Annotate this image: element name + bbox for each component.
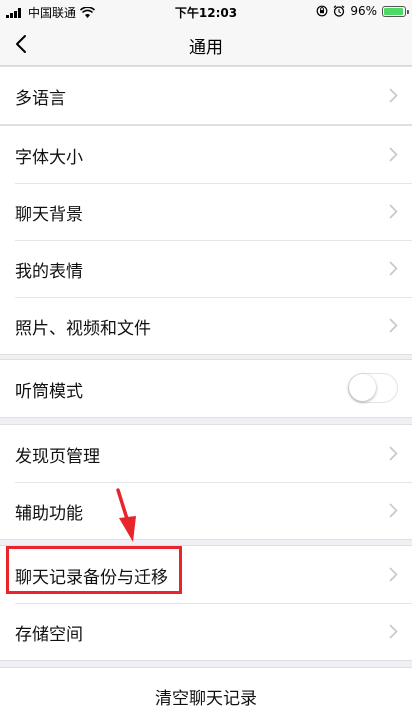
settings-row-chat-background[interactable]: 聊天背景 [0, 183, 412, 240]
settings-row-discover-management[interactable]: 发现页管理 [0, 425, 412, 482]
chevron-right-icon [389, 624, 398, 639]
settings-group-storage: 聊天记录备份与迁移 存储空间 [0, 545, 412, 661]
battery-percent: 96% [350, 4, 377, 18]
settings-row-storage-space[interactable]: 存储空间 [0, 603, 412, 660]
settings-row-language[interactable]: 多语言 [0, 67, 412, 124]
chevron-right-icon [389, 88, 398, 103]
lock-rotation-icon [316, 5, 328, 17]
settings-row-accessibility[interactable]: 辅助功能 [0, 482, 412, 539]
page-title: 通用 [189, 38, 223, 58]
chevron-right-icon [389, 204, 398, 219]
battery-cap [407, 9, 409, 14]
toggle-knob [349, 374, 376, 401]
chevron-right-icon [389, 318, 398, 333]
settings-row-photos-videos-files[interactable]: 照片、视频和文件 [0, 297, 412, 354]
alarm-icon [333, 5, 345, 17]
settings-row-label: 聊天背景 [15, 205, 83, 225]
settings-row-label: 照片、视频和文件 [15, 319, 151, 339]
clear-chat-button[interactable]: 清空聊天记录 [0, 684, 412, 709]
earpiece-mode-toggle[interactable] [348, 373, 398, 403]
settings-row-my-stickers[interactable]: 我的表情 [0, 240, 412, 297]
battery-icon [382, 5, 409, 17]
settings-row-earpiece-mode: 听筒模式 [0, 360, 412, 417]
settings-row-label: 辅助功能 [15, 504, 83, 524]
settings-row-label: 存储空间 [15, 625, 83, 645]
settings-row-label: 多语言 [15, 89, 66, 109]
settings-group-discover: 发现页管理 辅助功能 [0, 424, 412, 540]
navigation-bar: 通用 [0, 22, 412, 66]
chevron-right-icon [389, 147, 398, 162]
status-right: 96% [316, 4, 409, 18]
settings-row-label: 聊天记录备份与迁移 [15, 568, 168, 588]
settings-group-display: 字体大小 聊天背景 我的表情 照片、视频和文件 [0, 125, 412, 355]
settings-row-label: 我的表情 [15, 262, 83, 282]
chevron-right-icon [389, 567, 398, 582]
clear-chat-section: 清空聊天记录 [0, 667, 412, 722]
settings-row-chat-backup-migrate[interactable]: 聊天记录备份与迁移 [0, 546, 412, 603]
settings-row-label: 字体大小 [15, 148, 83, 168]
settings-row-label: 听筒模式 [15, 382, 83, 402]
chevron-right-icon [389, 503, 398, 518]
battery-fill [384, 7, 404, 15]
chevron-right-icon [389, 446, 398, 461]
chevron-right-icon [389, 261, 398, 276]
settings-group-earpiece: 听筒模式 [0, 359, 412, 418]
settings-group-language: 多语言 [0, 66, 412, 125]
status-bar: 中国联通 下午12:03 96% [0, 0, 412, 22]
settings-row-font-size[interactable]: 字体大小 [0, 126, 412, 183]
settings-row-label: 发现页管理 [15, 447, 100, 467]
